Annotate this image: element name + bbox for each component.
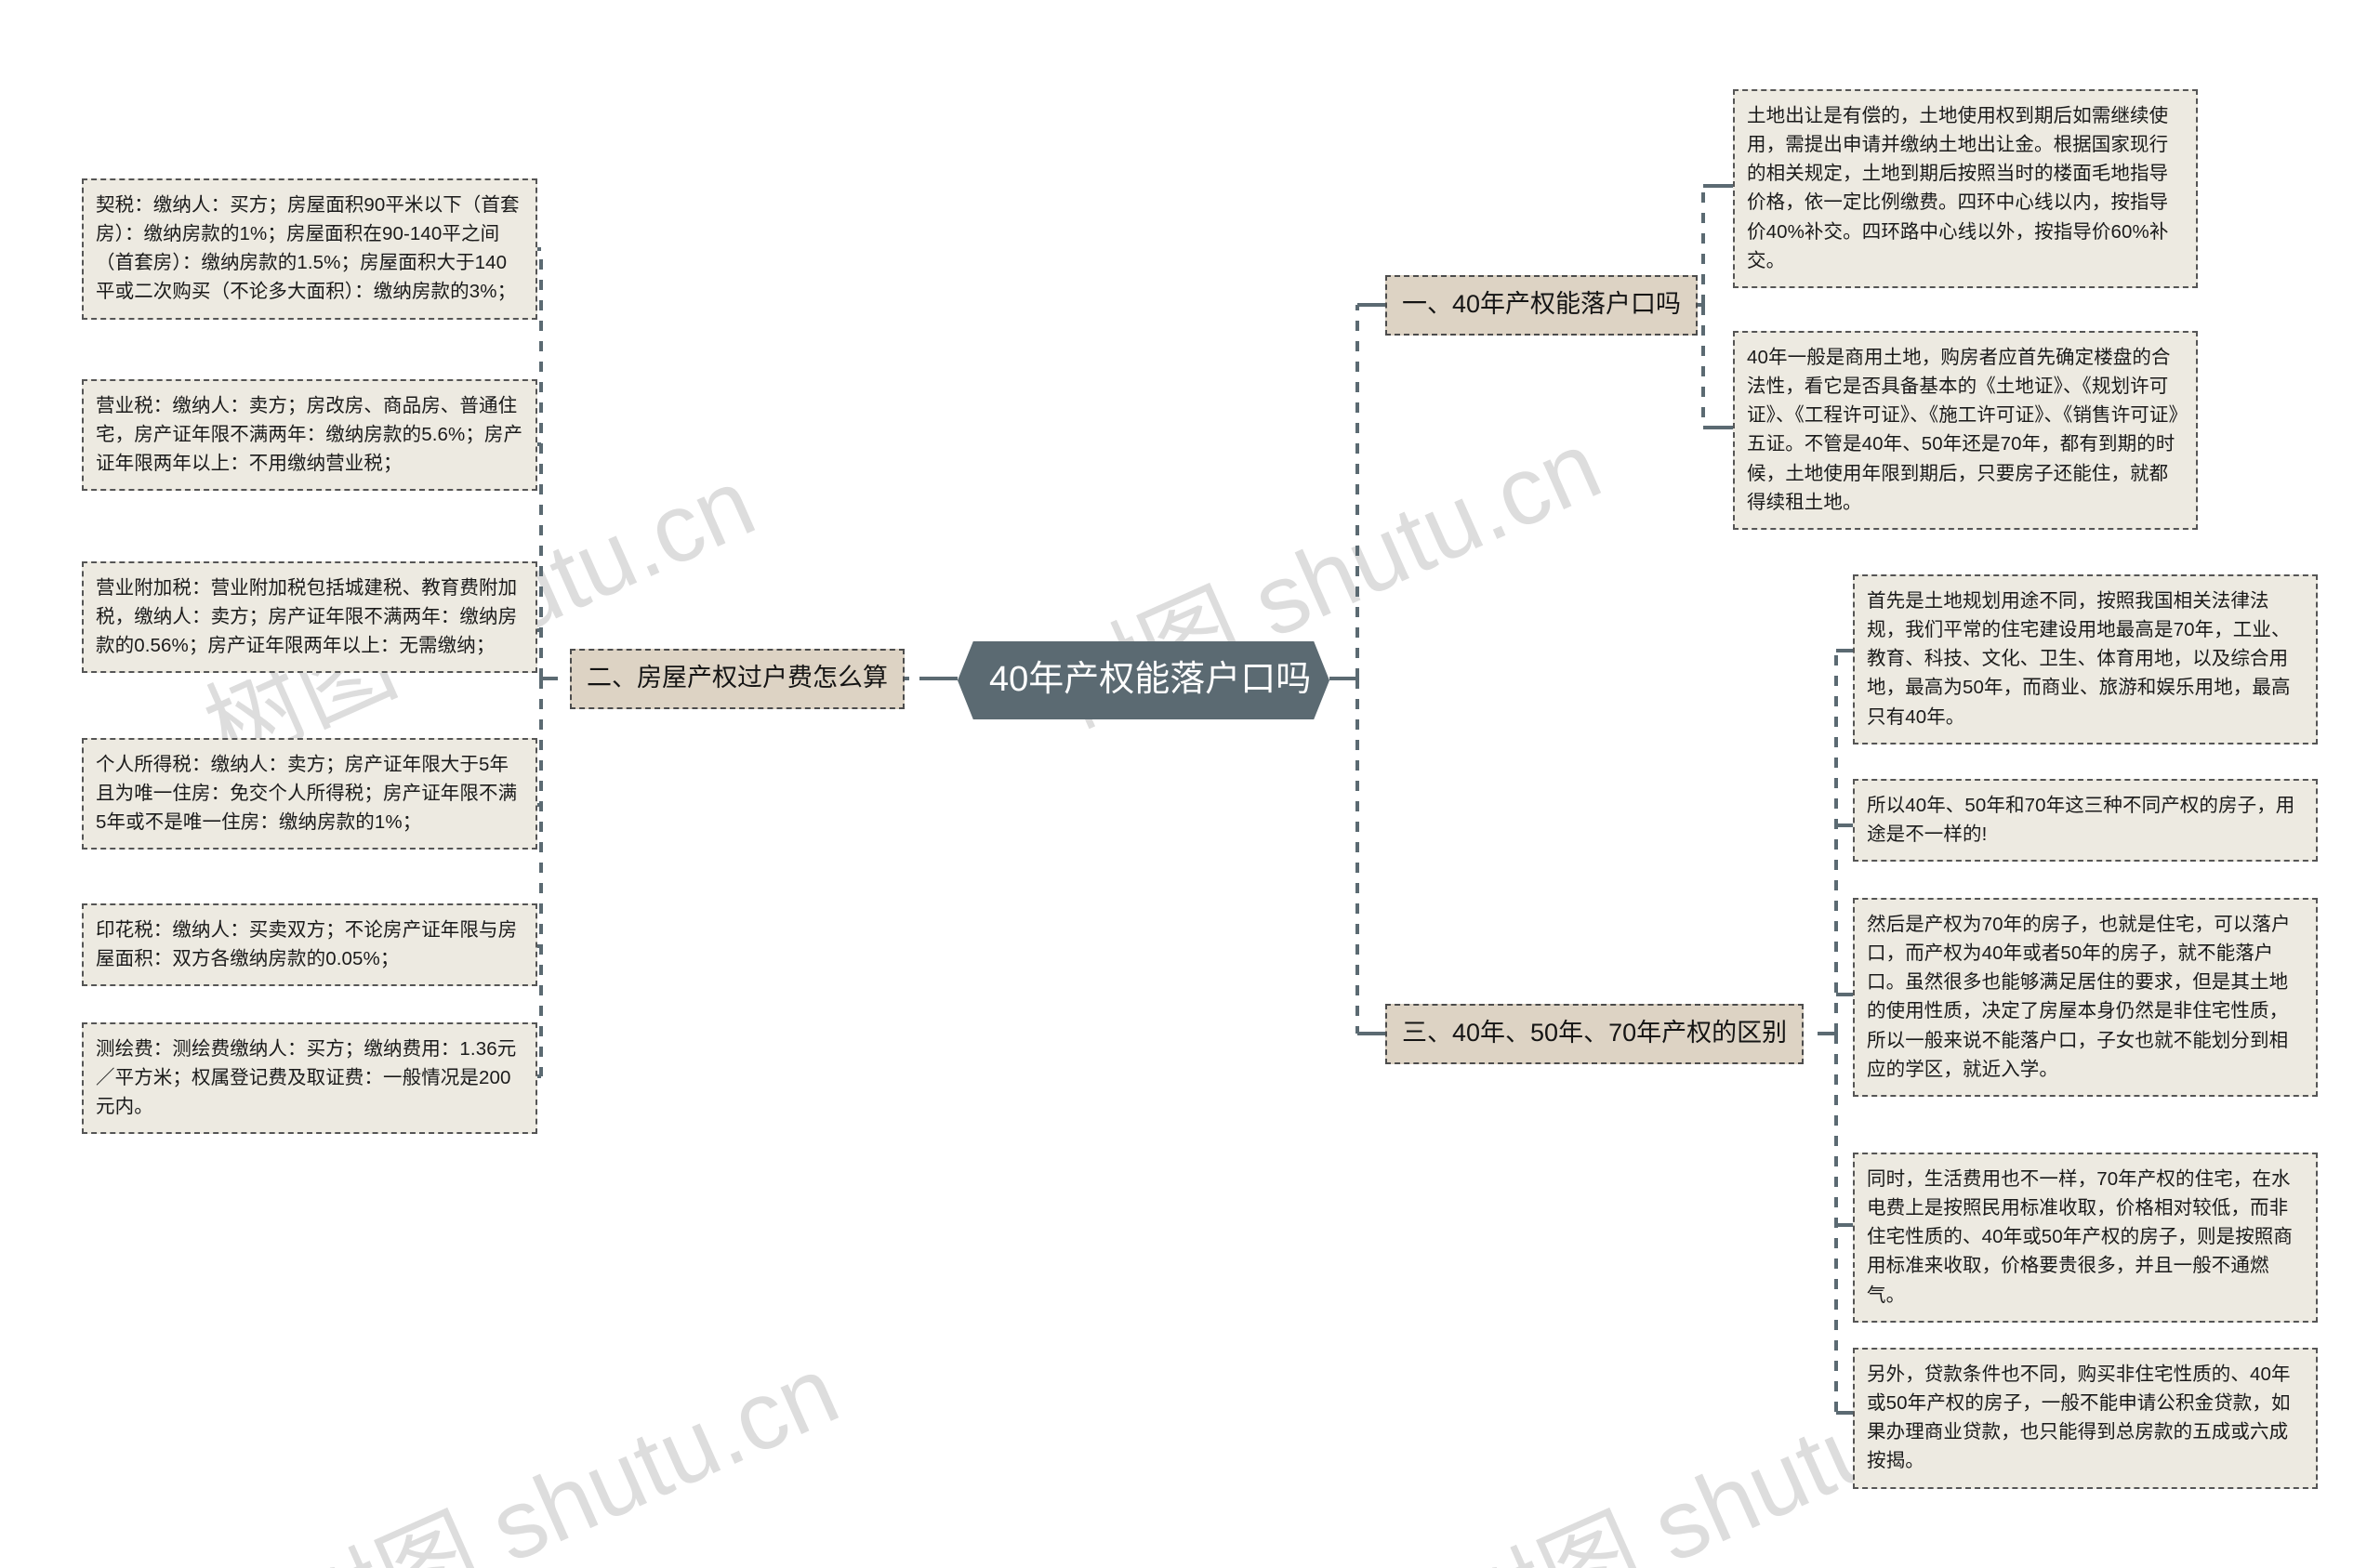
leaf-node-r4-text: 所以40年、50年和70年这三种不同产权的房子，用途是不一样的! [1867, 795, 2295, 846]
branch-node-2[interactable]: 二、房屋产权过户费怎么算 [570, 649, 905, 709]
leaf-node-l6-text: 测绘费：测绘费缴纳人：买方；缴纳费用：1.36元／平方米；权属登记费及取证费：一… [96, 1038, 517, 1118]
leaf-node-r2[interactable]: 40年一般是商用土地，购房者应首先确定楼盘的合法性，看它是否具备基本的《土地证》… [1733, 331, 2198, 530]
leaf-node-l4-text: 个人所得税：缴纳人：卖方；房产证年限大于5年且为唯一住房：免交个人所得税；房产证… [96, 754, 518, 834]
leaf-node-r6[interactable]: 同时，生活费用也不一样，70年产权的住宅，在水电费上是按照民用标准收取，价格相对… [1853, 1153, 2318, 1323]
leaf-node-l3[interactable]: 营业附加税：营业附加税包括城建税、教育费附加税，缴纳人：卖方；房产证年限不满两年… [82, 561, 537, 674]
branch-node-3-label: 三、40年、50年、70年产权的区别 [1402, 1019, 1788, 1047]
leaf-node-l5-text: 印花税：缴纳人：买卖双方；不论房产证年限与房屋面积：双方各缴纳房款的0.05%； [96, 919, 518, 970]
leaf-node-r2-text: 40年一般是商用土地，购房者应首先确定楼盘的合法性，看它是否具备基本的《土地证》… [1747, 347, 2178, 513]
root-node-label: 40年产权能落户口吗 [989, 660, 1312, 699]
leaf-node-l2-text: 营业税：缴纳人：卖方；房改房、商品房、普通住宅，房产证年限不满两年：缴纳房款的5… [96, 395, 523, 475]
leaf-node-r5[interactable]: 然后是产权为70年的房子，也就是住宅，可以落户口，而产权为40年或者50年的房子… [1853, 898, 2318, 1097]
watermark-text: 树图 shutu.cn [273, 1336, 853, 1568]
leaf-node-r3[interactable]: 首先是土地规划用途不同，按照我国相关法律法规，我们平常的住宅建设用地最高是70年… [1853, 574, 2318, 744]
leaf-node-l2[interactable]: 营业税：缴纳人：卖方；房改房、商品房、普通住宅，房产证年限不满两年：缴纳房款的5… [82, 379, 537, 492]
leaf-node-l1[interactable]: 契税：缴纳人：买方；房屋面积90平米以下（首套房）：缴纳房款的1%；房屋面积在9… [82, 178, 537, 320]
leaf-node-r6-text: 同时，生活费用也不一样，70年产权的住宅，在水电费上是按照民用标准收取，价格相对… [1867, 1168, 2294, 1306]
leaf-node-l5[interactable]: 印花税：缴纳人：买卖双方；不论房产证年限与房屋面积：双方各缴纳房款的0.05%； [82, 903, 537, 987]
leaf-node-r3-text: 首先是土地规划用途不同，按照我国相关法律法规，我们平常的住宅建设用地最高是70年… [1867, 590, 2291, 728]
branch-node-1-label: 一、40年产权能落户口吗 [1402, 290, 1682, 318]
leaf-node-r4[interactable]: 所以40年、50年和70年这三种不同产权的房子，用途是不一样的! [1853, 779, 2318, 863]
branch-node-1[interactable]: 一、40年产权能落户口吗 [1385, 275, 1699, 336]
leaf-node-r7[interactable]: 另外，贷款条件也不同，购买非住宅性质的、40年或50年产权的房子，一般不能申请公… [1853, 1348, 2318, 1489]
leaf-node-l3-text: 营业附加税：营业附加税包括城建税、教育费附加税，缴纳人：卖方；房产证年限不满两年… [96, 577, 518, 657]
leaf-node-l1-text: 契税：缴纳人：买方；房屋面积90平米以下（首套房）：缴纳房款的1%；房屋面积在9… [96, 194, 520, 303]
watermark: 树图 shutu.cn [264, 1312, 856, 1568]
leaf-node-l4[interactable]: 个人所得税：缴纳人：卖方；房产证年限大于5年且为唯一住房：免交个人所得税；房产证… [82, 738, 537, 850]
leaf-node-r1[interactable]: 土地出让是有偿的，土地使用权到期后如需继续使用，需提出申请并缴纳土地出让金。根据… [1733, 89, 2198, 288]
leaf-node-r7-text: 另外，贷款条件也不同，购买非住宅性质的、40年或50年产权的房子，一般不能申请公… [1867, 1364, 2291, 1472]
branch-node-3[interactable]: 三、40年、50年、70年产权的区别 [1385, 1004, 1805, 1064]
leaf-node-r1-text: 土地出让是有偿的，土地使用权到期后如需继续使用，需提出申请并缴纳土地出让金。根据… [1747, 105, 2169, 271]
branch-node-2-label: 二、房屋产权过户费怎么算 [587, 664, 888, 692]
leaf-node-r5-text: 然后是产权为70年的房子，也就是住宅，可以落户口，而产权为40年或者50年的房子… [1867, 914, 2291, 1080]
mindmap-canvas: 树图 shutu.cn 树图 shutu.cn 树图 shutu.cn 树图 s… [0, 0, 2380, 1568]
root-node[interactable]: 40年产权能落户口吗 [958, 641, 1329, 719]
leaf-node-l6[interactable]: 测绘费：测绘费缴纳人：买方；缴纳费用：1.36元／平方米；权属登记费及取证费：一… [82, 1022, 537, 1135]
